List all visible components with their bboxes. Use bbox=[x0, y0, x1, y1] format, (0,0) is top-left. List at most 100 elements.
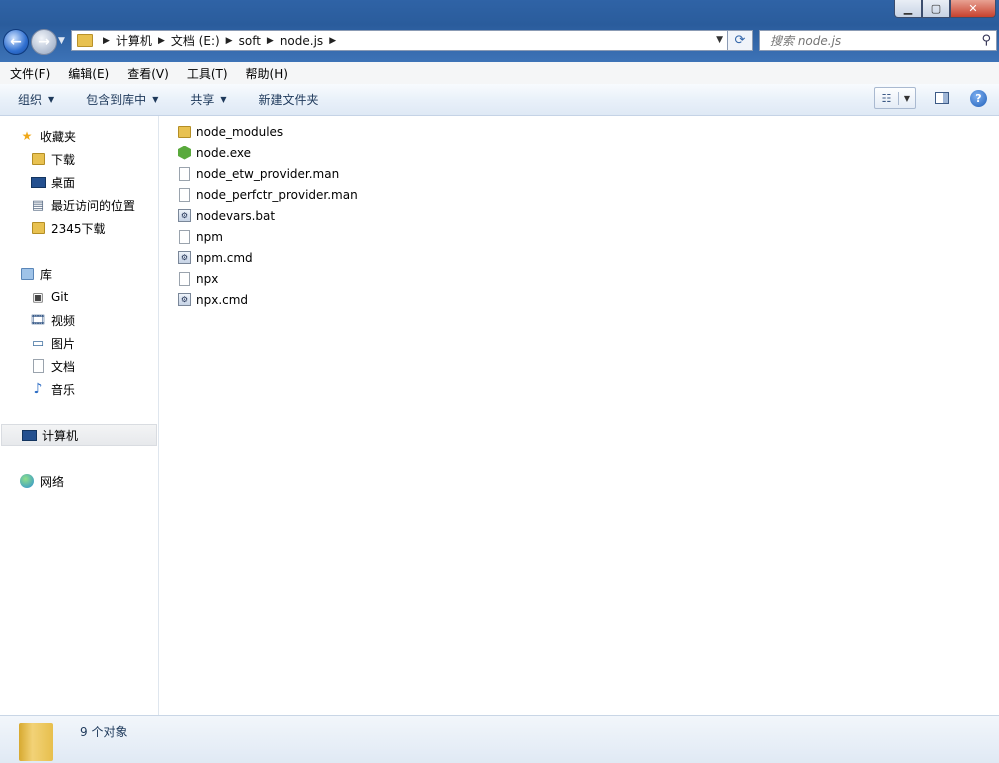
chevron-down-icon: ▼ bbox=[152, 95, 159, 104]
chevron-right-icon[interactable]: ▶ bbox=[329, 36, 336, 46]
list-item[interactable]: node_modules bbox=[177, 121, 283, 142]
picture-icon: ▭ bbox=[31, 335, 45, 351]
file-name: npm bbox=[196, 229, 223, 244]
star-icon: ★ bbox=[21, 129, 33, 143]
nav-favorites[interactable]: ★ 收藏夹 bbox=[0, 125, 157, 147]
chevron-right-icon[interactable]: ▶ bbox=[103, 36, 110, 46]
nav-item-desktop[interactable]: 桌面 bbox=[0, 171, 157, 193]
nav-label: 2345下载 bbox=[51, 221, 106, 236]
file-name: node_perfctr_provider.man bbox=[196, 187, 358, 202]
command-bar: 组织 ▼ 包含到库中 ▼ 共享 ▼ 新建文件夹 bbox=[0, 84, 999, 116]
organize-label: 组织 bbox=[18, 93, 43, 107]
preview-pane-icon[interactable] bbox=[935, 92, 949, 104]
nav-computer[interactable]: 计算机 bbox=[1, 424, 157, 446]
nav-item-pictures[interactable]: ▭ 图片 bbox=[0, 332, 157, 354]
list-item[interactable]: npx bbox=[177, 268, 218, 289]
video-icon: 🎞 bbox=[29, 312, 47, 328]
menu-view[interactable]: 查看(V) bbox=[117, 65, 177, 82]
view-options-icon: ☷ bbox=[875, 91, 899, 105]
file-name: npm.cmd bbox=[196, 250, 253, 265]
nav-label: 收藏夹 bbox=[40, 129, 77, 144]
nav-label: 计算机 bbox=[42, 428, 79, 443]
git-library-icon: ▣ bbox=[32, 290, 44, 304]
file-name: node_etw_provider.man bbox=[196, 166, 340, 181]
search-icon[interactable]: ⚲ bbox=[981, 33, 991, 48]
list-item[interactable]: node.exe bbox=[177, 142, 251, 163]
folder-icon bbox=[19, 723, 53, 761]
minimize-button[interactable]: ▁ bbox=[894, 0, 922, 18]
breadcrumb-soft[interactable]: soft bbox=[239, 34, 261, 48]
nav-libraries[interactable]: 库 bbox=[0, 263, 157, 285]
menu-tools[interactable]: 工具(T) bbox=[177, 65, 236, 82]
list-item[interactable]: node_etw_provider.man bbox=[177, 163, 339, 184]
file-icon bbox=[177, 229, 192, 244]
share-button[interactable]: 共享 ▼ bbox=[172, 91, 240, 108]
computer-icon bbox=[21, 428, 37, 442]
list-item[interactable]: ⚙ npm.cmd bbox=[177, 247, 253, 268]
nav-label: 文档 bbox=[51, 359, 76, 374]
menu-edit[interactable]: 编辑(E) bbox=[58, 65, 117, 82]
include-in-library-button[interactable]: 包含到库中 ▼ bbox=[68, 91, 172, 108]
forward-button[interactable]: → bbox=[31, 29, 57, 55]
nav-label: 图片 bbox=[51, 336, 76, 351]
batch-file-icon: ⚙ bbox=[177, 250, 192, 265]
chevron-right-icon[interactable]: ▶ bbox=[226, 36, 233, 46]
close-button[interactable]: ✕ bbox=[950, 0, 996, 18]
breadcrumb-nodejs[interactable]: node.js bbox=[280, 34, 323, 48]
organize-button[interactable]: 组织 ▼ bbox=[0, 91, 68, 108]
file-name: nodevars.bat bbox=[196, 208, 276, 223]
nav-item-recent-places[interactable]: ▤ 最近访问的位置 bbox=[0, 194, 157, 216]
nav-item-git[interactable]: ▣ Git bbox=[0, 286, 157, 308]
breadcrumb-drive[interactable]: 文档 (E:) bbox=[171, 32, 220, 49]
refresh-icon[interactable]: ⟳ bbox=[727, 31, 752, 50]
file-icon bbox=[177, 166, 192, 181]
title-bar: ▁ ▢ ✕ ← → ▼ ▶ 计算机 ▶ 文档 (E:) ▶ soft ▶ nod… bbox=[0, 0, 999, 62]
menu-bar: 文件(F) 编辑(E) 查看(V) 工具(T) 帮助(H) bbox=[0, 62, 999, 85]
nav-label: 音乐 bbox=[51, 382, 76, 397]
breadcrumb-computer[interactable]: 计算机 bbox=[116, 32, 152, 49]
change-view-button[interactable]: ☷ ▼ bbox=[874, 87, 916, 109]
address-bar[interactable]: ▶ 计算机 ▶ 文档 (E:) ▶ soft ▶ node.js ▶ ▼ ⟳ bbox=[71, 30, 753, 51]
nav-item-downloads[interactable]: 下载 bbox=[0, 148, 157, 170]
list-item[interactable]: node_perfctr_provider.man bbox=[177, 184, 358, 205]
nav-label: 最近访问的位置 bbox=[51, 198, 136, 213]
file-list[interactable]: node_modules node.exe node_etw_provider.… bbox=[159, 116, 999, 715]
list-item[interactable]: ⚙ nodevars.bat bbox=[177, 205, 275, 226]
maximize-button[interactable]: ▢ bbox=[922, 0, 950, 18]
new-folder-button[interactable]: 新建文件夹 bbox=[241, 91, 333, 108]
nav-network[interactable]: 网络 bbox=[0, 470, 157, 492]
back-button[interactable]: ← bbox=[3, 29, 29, 55]
nav-item-2345-downloads[interactable]: 2345下载 bbox=[0, 217, 157, 239]
chevron-right-icon[interactable]: ▶ bbox=[267, 36, 274, 46]
chevron-down-icon: ▼ bbox=[48, 95, 55, 104]
folder-icon bbox=[30, 221, 46, 235]
nav-label: 视频 bbox=[51, 313, 76, 328]
address-dropdown-icon[interactable]: ▼ bbox=[716, 35, 723, 45]
nav-item-music[interactable]: ♪ 音乐 bbox=[0, 378, 157, 400]
chevron-right-icon[interactable]: ▶ bbox=[158, 36, 165, 46]
nav-item-documents[interactable]: 文档 bbox=[0, 355, 157, 377]
folder-icon bbox=[77, 34, 93, 47]
status-bar: 9 个对象 bbox=[0, 715, 999, 763]
list-item[interactable]: npm bbox=[177, 226, 223, 247]
window-controls: ▁ ▢ ✕ bbox=[894, 0, 996, 18]
nav-label: 库 bbox=[40, 267, 53, 282]
help-icon[interactable]: ? bbox=[970, 90, 987, 107]
file-icon bbox=[177, 271, 192, 286]
item-count: 9 个对象 bbox=[80, 725, 128, 739]
file-name: node.exe bbox=[196, 145, 252, 160]
batch-file-icon: ⚙ bbox=[177, 208, 192, 223]
nav-item-videos[interactable]: 🎞 视频 bbox=[0, 309, 157, 331]
list-item[interactable]: ⚙ npx.cmd bbox=[177, 289, 248, 310]
document-icon bbox=[30, 359, 46, 373]
menu-file[interactable]: 文件(F) bbox=[0, 65, 58, 82]
chevron-down-icon[interactable]: ▼ bbox=[899, 94, 915, 103]
search-input[interactable] bbox=[768, 32, 972, 49]
search-box[interactable]: ⚲ bbox=[759, 30, 997, 51]
include-in-library-label: 包含到库中 bbox=[86, 93, 147, 107]
menu-help[interactable]: 帮助(H) bbox=[236, 65, 296, 82]
library-icon bbox=[19, 267, 35, 281]
chevron-down-icon: ▼ bbox=[220, 95, 227, 104]
history-dropdown-icon[interactable]: ▼ bbox=[58, 36, 65, 46]
file-name: node_modules bbox=[196, 124, 284, 139]
